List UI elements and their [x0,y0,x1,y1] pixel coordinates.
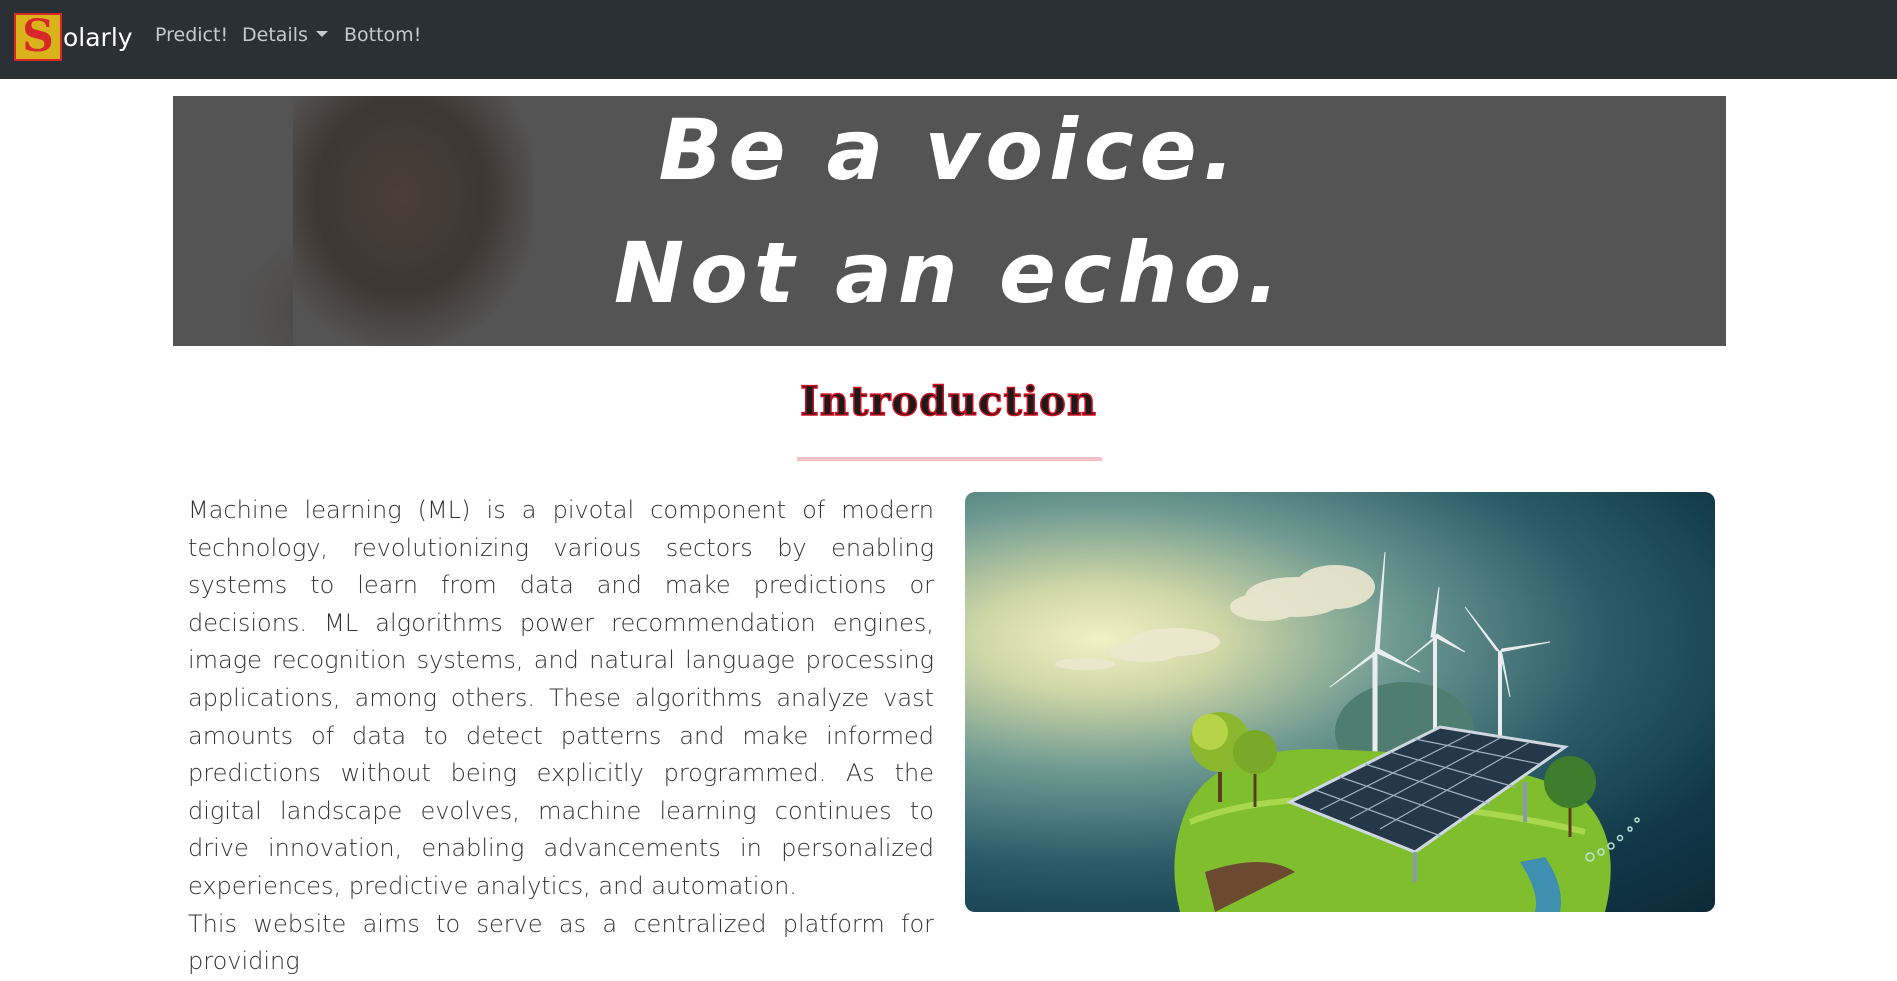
nav-link-predict[interactable]: Predict! [155,24,228,46]
solar-energy-illustration [965,492,1715,912]
intro-paragraph-2: This website aims to serve as a centrali… [188,909,934,976]
heading-divider [797,457,1102,461]
brand-name: olarly [63,22,133,52]
intro-heading: Introduction [799,377,1097,426]
nav-dropdown-details[interactable]: Details [242,24,328,46]
quote-banner: Be a voice. Not an echo. [173,96,1726,346]
intro-text-block: Machine learning (ML) is a pivotal compo… [188,492,934,981]
caret-down-icon [315,30,328,37]
logo-letter: S [22,11,54,62]
banner-quote-line2: Not an echo. [613,224,1286,322]
intro-paragraph-1: Machine learning (ML) is a pivotal compo… [188,496,934,900]
banner-quote-line1: Be a voice. [658,101,1241,199]
logo-icon: S [14,13,62,61]
nav-link-bottom[interactable]: Bottom! [344,24,421,46]
top-navbar: S olarly Predict! Details Bottom! [0,0,1897,79]
clouds [1055,565,1375,670]
nav-dropdown-details-label: Details [242,24,308,46]
solar-scene-graphic [1055,551,1640,912]
brand-logo-link[interactable]: S olarly [14,12,133,62]
